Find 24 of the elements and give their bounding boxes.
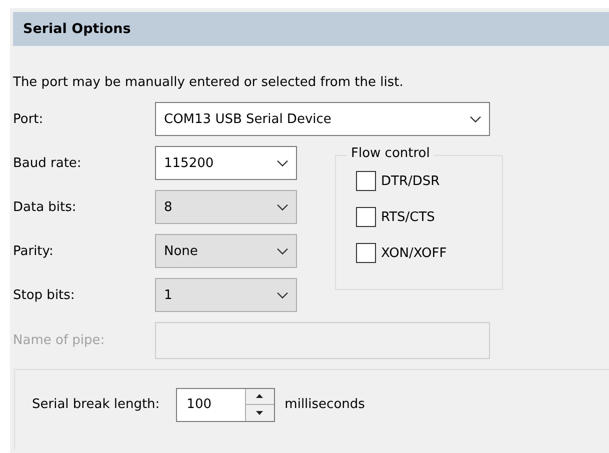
dropdown[interactable]: COM13 USB Serial Device (155, 102, 490, 136)
dropdown[interactable]: 115200 (155, 146, 297, 180)
checkbox[interactable]: DTR/DSR (356, 170, 440, 192)
dropdown[interactable]: None (155, 234, 297, 268)
field-label: Data bits: (13, 200, 78, 214)
field-label: Serial break length: (32, 397, 160, 412)
section-title: Serial Options (23, 21, 131, 37)
unit-label: milliseconds (284, 397, 365, 412)
instruction-text: The port may be manually entered or selected from the list. (13, 75, 404, 90)
dropdown[interactable]: 8 (155, 190, 297, 224)
chevron-down-icon (277, 248, 288, 254)
checkbox[interactable]: XON/XOFF (356, 242, 447, 264)
dropdown[interactable]: 1 (155, 278, 297, 312)
chevron-down-icon (277, 204, 288, 210)
field-label: Parity: (13, 244, 54, 258)
field-label: Stop bits: (13, 288, 76, 302)
field-label: Baud rate: (13, 156, 82, 170)
checkbox[interactable]: RTS/CTS (356, 206, 435, 228)
field-label: Name of pipe: (13, 333, 106, 348)
chevron-down-icon (470, 116, 481, 122)
chevron-down-icon (277, 292, 288, 298)
number-field[interactable]: 100 (176, 388, 275, 422)
chevron-down-icon (277, 160, 288, 166)
field-label: Port: (13, 112, 44, 126)
